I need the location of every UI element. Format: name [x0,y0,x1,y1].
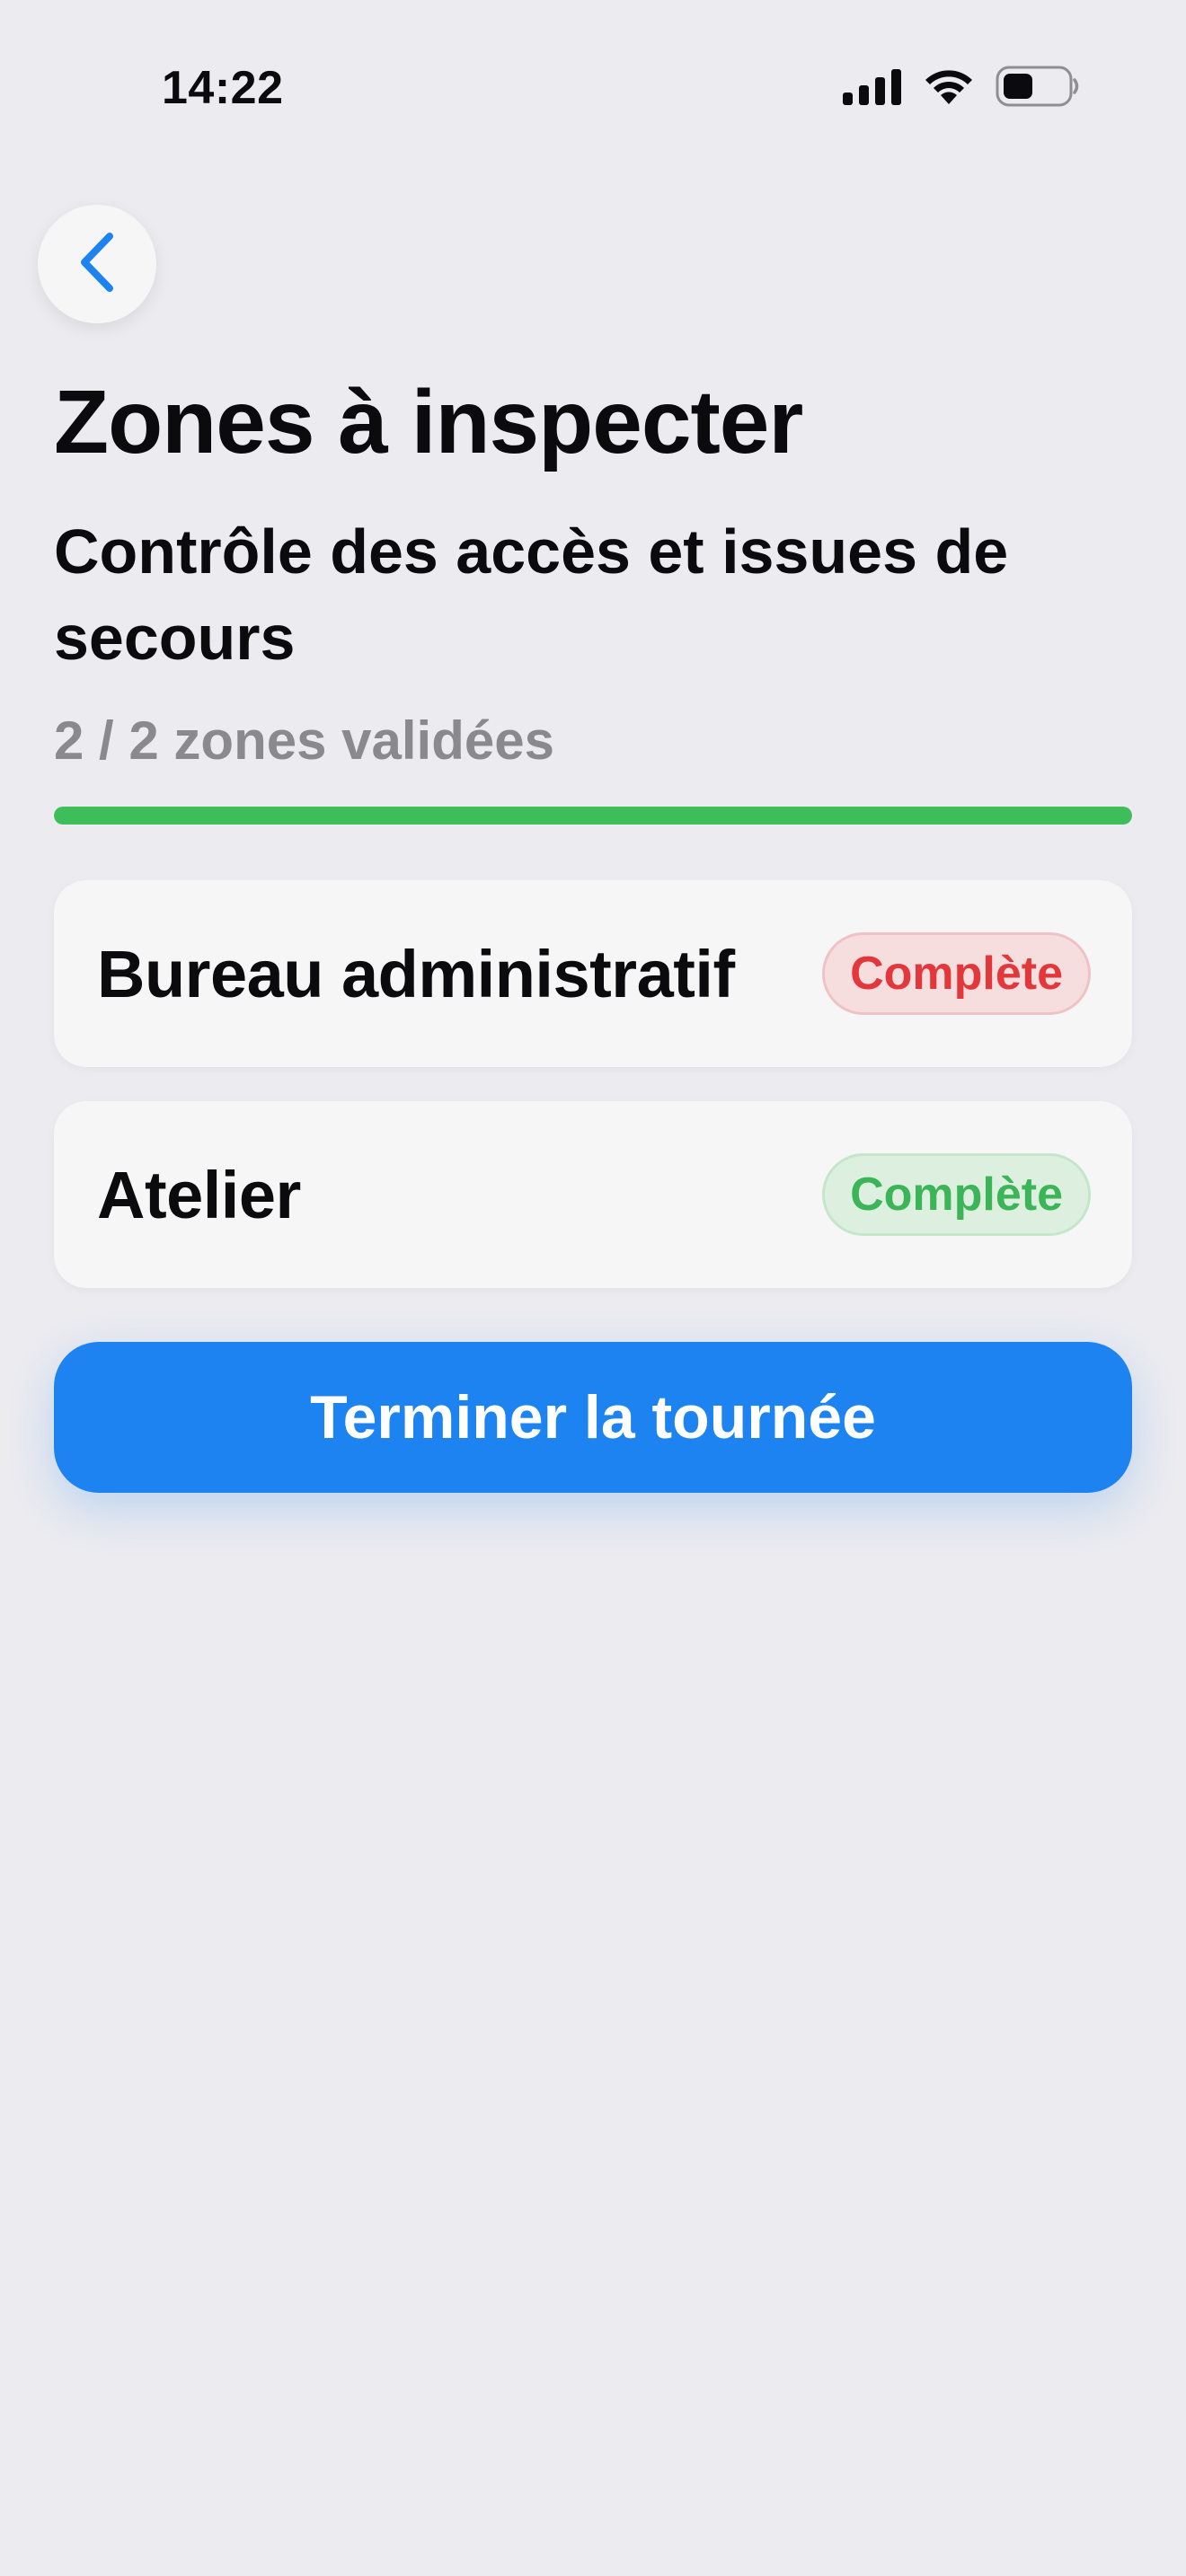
status-badge: Complète [822,1153,1091,1236]
zone-card-bureau-administratif[interactable]: Bureau administratif Complète [54,880,1132,1067]
status-icons [843,63,1080,110]
chevron-left-icon [75,231,119,298]
zone-name: Bureau administratif [97,936,735,1011]
zone-card-atelier[interactable]: Atelier Complète [54,1101,1132,1288]
back-button[interactable] [38,205,156,323]
zone-list: Bureau administratif Complète Atelier Co… [54,880,1132,1322]
progress-bar [54,807,1132,825]
status-badge: Complète [822,932,1091,1015]
progress-bar-fill [54,807,1132,825]
page-title: Zones à inspecter [54,372,803,472]
page-subtitle: Contrôle des accès et issues de secours [54,516,1009,673]
status-time: 14:22 [162,62,284,114]
status-bar: 14:22 [0,0,1186,171]
cellular-signal-icon [843,67,902,105]
zone-name: Atelier [97,1157,301,1232]
finish-round-button[interactable]: Terminer la tournée [54,1342,1132,1493]
wifi-icon [922,66,976,106]
progress-text: 2 / 2 zones validées [54,710,554,771]
battery-icon [996,66,1080,107]
